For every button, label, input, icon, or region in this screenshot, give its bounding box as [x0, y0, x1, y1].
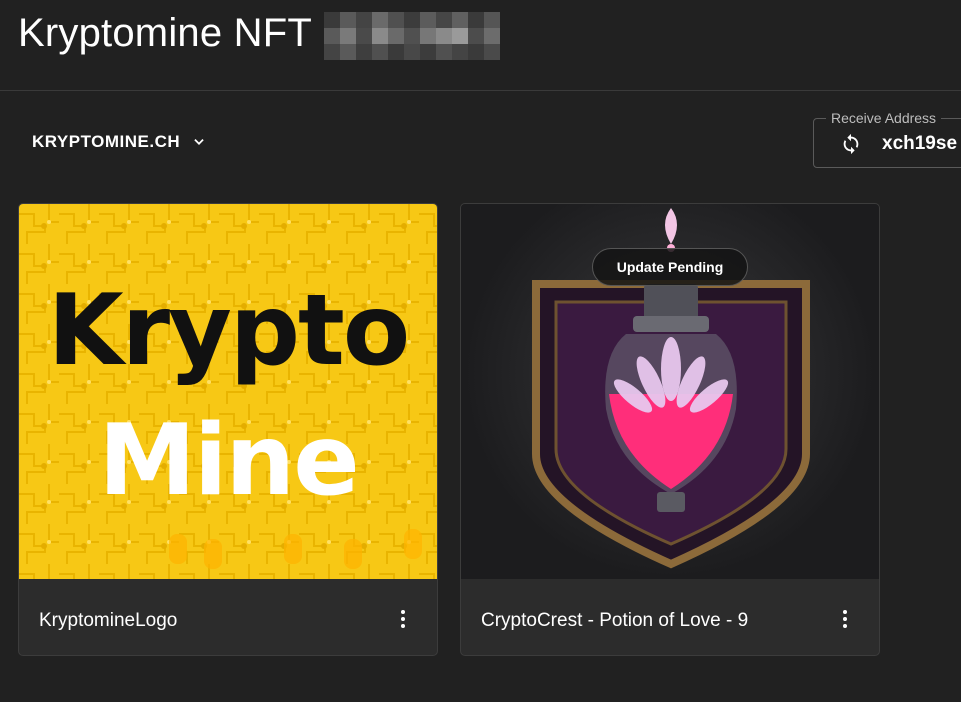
- receive-address-field[interactable]: Receive Address xch19se: [813, 110, 961, 168]
- page-title-text: Kryptomine NFT: [18, 10, 312, 55]
- nft-card-footer: CryptoCrest - Potion of Love - 9: [461, 579, 879, 655]
- logo-line-2: Mine: [98, 404, 359, 518]
- nft-card-footer: KryptomineLogo: [19, 579, 437, 655]
- nft-image[interactable]: Update Pending: [461, 204, 879, 579]
- nft-card[interactable]: Krypto Mine KryptomineLogo: [18, 203, 438, 656]
- header-divider: [0, 90, 961, 91]
- receive-address-value: xch19se: [882, 133, 958, 154]
- chevron-down-icon: [194, 139, 204, 145]
- nft-image[interactable]: Krypto Mine: [19, 204, 437, 579]
- more-vert-icon[interactable]: [393, 607, 413, 633]
- nft-name: CryptoCrest - Potion of Love - 9: [481, 610, 749, 631]
- circuit-pattern: [19, 204, 437, 579]
- wallet-selector[interactable]: KRYPTOMINE.CH: [32, 132, 206, 152]
- status-badge: Update Pending: [592, 248, 748, 286]
- more-vert-icon[interactable]: [835, 607, 855, 633]
- redacted-block: [323, 12, 500, 60]
- page-title: Kryptomine NFT: [18, 6, 500, 60]
- wallet-selector-label: KRYPTOMINE.CH: [32, 132, 181, 151]
- receive-address-legend: Receive Address: [826, 110, 942, 126]
- logo-line-1: Krypto: [47, 274, 410, 388]
- refresh-icon[interactable]: [840, 132, 862, 156]
- nft-name: KryptomineLogo: [39, 610, 178, 631]
- nft-card[interactable]: Update Pending CryptoCrest - Potion of L…: [460, 203, 880, 656]
